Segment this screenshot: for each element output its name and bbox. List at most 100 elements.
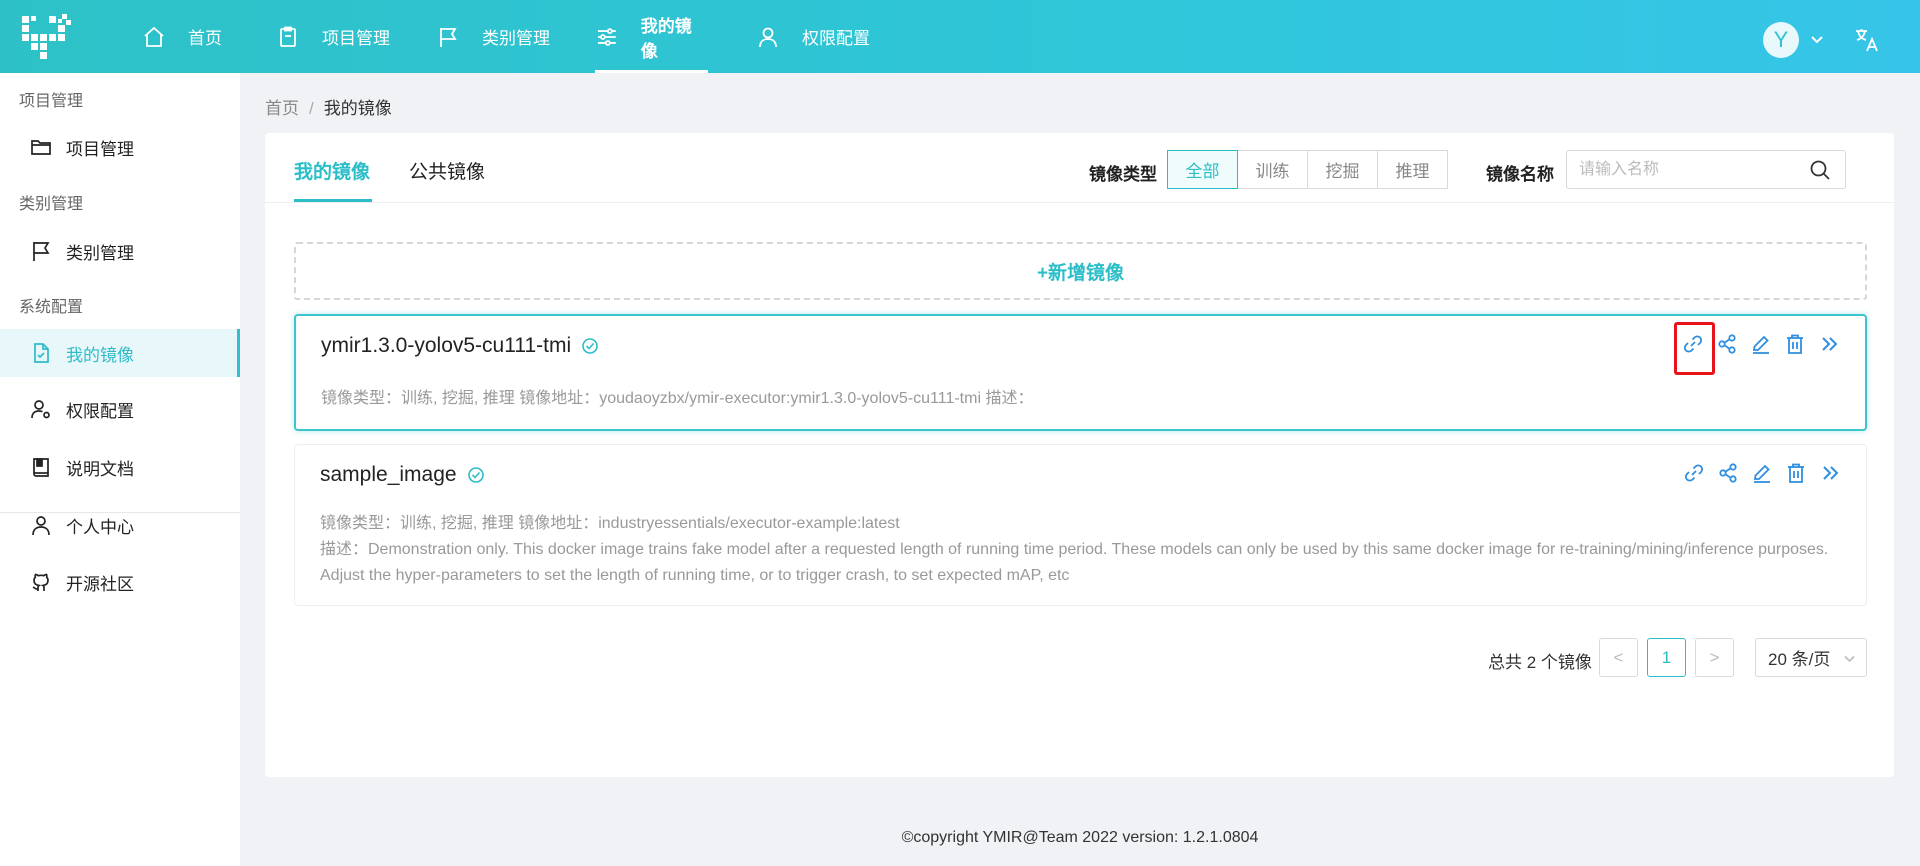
delete-button[interactable]	[1784, 333, 1806, 355]
nav-my-images[interactable]: 我的镜像	[595, 0, 708, 73]
sidebar-item-label: 权限配置	[66, 401, 134, 421]
breadcrumb-home[interactable]: 首页	[265, 99, 299, 118]
nav-permissions[interactable]: 权限配置	[756, 0, 870, 73]
share-button[interactable]	[1717, 462, 1739, 484]
sidebar-item-categories[interactable]: 类别管理	[0, 227, 240, 275]
active-tab-indicator	[294, 199, 372, 202]
delete-button[interactable]	[1785, 462, 1807, 484]
image-actions	[1670, 322, 1840, 375]
user-avatar[interactable]: Y	[1763, 22, 1799, 58]
breadcrumb-separator: /	[309, 99, 314, 118]
image-type-filter: 全部 训练 挖掘 推理	[1167, 150, 1448, 189]
link-icon	[1684, 464, 1704, 482]
book-icon	[33, 458, 49, 477]
filter-training[interactable]: 训练	[1237, 150, 1308, 189]
share-button[interactable]	[1716, 333, 1738, 355]
image-description: 描述：Demonstration only. This docker image…	[320, 541, 1829, 584]
flag-icon	[440, 27, 457, 47]
sidebar-item-label: 类别管理	[66, 243, 134, 263]
nav-projects-label: 项目管理	[322, 29, 390, 48]
home-icon	[144, 26, 164, 47]
image-title: sample_image	[320, 463, 485, 487]
more-button[interactable]	[1818, 333, 1840, 355]
tabs-bar: 我的镜像 公共镜像 镜像类型 全部 训练 挖掘 推理 镜像名称	[265, 133, 1894, 203]
sidebar-group-projects: 项目管理	[19, 93, 84, 110]
github-icon	[32, 573, 49, 591]
trash-icon	[1788, 463, 1804, 483]
sidebar-item-label: 开源社区	[66, 574, 134, 594]
image-title: ymir1.3.0-yolov5-cu111-tmi	[321, 334, 599, 358]
folder-icon	[31, 140, 51, 155]
filter-all[interactable]: 全部	[1167, 150, 1238, 189]
flag-icon	[33, 242, 50, 261]
sidebar-item-permissions[interactable]: 权限配置	[0, 385, 240, 433]
sidebar-item-community[interactable]: 开源社区	[0, 558, 240, 606]
share-icon	[1718, 334, 1736, 354]
sidebar-group-system: 系统配置	[19, 299, 84, 316]
sidebar-item-label: 个人中心	[66, 517, 134, 537]
link-button[interactable]	[1674, 322, 1715, 375]
pagination-next[interactable]: >	[1695, 638, 1734, 677]
chevron-down-icon	[1844, 655, 1855, 663]
double-chevron-right-icon	[1823, 466, 1839, 480]
image-name: ymir1.3.0-yolov5-cu111-tmi	[321, 334, 572, 357]
image-name-label: 镜像名称	[1486, 165, 1554, 184]
nav-home-label: 首页	[188, 29, 222, 48]
file-icon	[34, 343, 49, 363]
edit-icon	[1752, 335, 1769, 354]
image-type-label: 镜像类型	[1089, 165, 1157, 184]
footer-copyright: ©copyright YMIR@Team 2022 version: 1.2.1…	[901, 829, 1259, 846]
chevron-down-icon[interactable]	[1808, 30, 1826, 48]
ymir-logo[interactable]	[20, 12, 72, 62]
pagination-total: 总共 2 个镜像	[1488, 653, 1592, 672]
edit-button[interactable]	[1750, 333, 1772, 355]
sidebar-item-label: 说明文档	[66, 459, 134, 479]
breadcrumb-current: 我的镜像	[323, 99, 392, 118]
page-size-select[interactable]: 20 条/页	[1755, 638, 1867, 677]
double-chevron-right-icon	[1822, 337, 1838, 351]
sidebar-item-profile[interactable]: 个人中心	[0, 501, 240, 549]
filter-inference[interactable]: 推理	[1377, 150, 1448, 189]
sidebar: 项目管理 项目管理 类别管理 类别管理 系统配置 我的镜像 权限配置 说明文档 …	[0, 73, 240, 866]
user-gear-icon	[31, 400, 50, 419]
more-button[interactable]	[1819, 462, 1841, 484]
image-meta: 镜像类型：训练, 挖掘, 推理 镜像地址：industryessentials/…	[320, 515, 900, 532]
search-icon[interactable]	[1809, 159, 1831, 181]
sidebar-item-docs[interactable]: 说明文档	[0, 443, 240, 491]
language-switch-icon[interactable]	[1853, 26, 1881, 54]
image-actions	[1671, 462, 1841, 484]
image-card[interactable]: ymir1.3.0-yolov5-cu111-tmi 镜像类型：训练, 挖掘, …	[294, 314, 1867, 431]
sidebar-item-projects[interactable]: 项目管理	[0, 123, 240, 171]
sidebar-item-my-images[interactable]: 我的镜像	[0, 329, 240, 377]
edit-button[interactable]	[1751, 462, 1773, 484]
link-icon	[1683, 335, 1703, 353]
image-card[interactable]: sample_image 镜像类型：训练, 挖掘, 推理 镜像地址：indust…	[294, 444, 1867, 606]
tab-public-images[interactable]: 公共镜像	[409, 157, 485, 184]
clipboard-icon	[280, 26, 296, 47]
filter-mining[interactable]: 挖掘	[1307, 150, 1378, 189]
edit-icon	[1753, 464, 1770, 483]
add-image-button[interactable]: +新增镜像	[294, 242, 1867, 300]
sidebar-item-label: 项目管理	[66, 139, 134, 159]
share-icon	[1719, 463, 1737, 483]
top-header: 首页 项目管理 类别管理 我的镜像 权限配置 Y	[0, 0, 1920, 73]
nav-categories-label: 类别管理	[482, 29, 550, 48]
nav-my-images-label: 我的镜像	[640, 16, 692, 61]
nav-categories[interactable]: 类别管理	[436, 0, 550, 73]
pagination-page[interactable]: 1	[1647, 638, 1686, 677]
tab-my-images[interactable]: 我的镜像	[294, 157, 370, 184]
pagination-prev[interactable]: <	[1599, 638, 1638, 677]
user-icon	[759, 27, 777, 47]
image-meta: 镜像类型：训练, 挖掘, 推理 镜像地址：youdaoyzbx/ymir-exe…	[321, 390, 1034, 407]
search-box	[1566, 150, 1846, 189]
page-size-value: 20 条/页	[1768, 650, 1831, 669]
sidebar-item-label: 我的镜像	[66, 345, 134, 365]
trash-icon	[1787, 334, 1803, 354]
sliders-icon	[597, 27, 616, 46]
verified-check-icon	[467, 467, 484, 483]
nav-home[interactable]: 首页	[142, 0, 222, 73]
link-button[interactable]	[1683, 462, 1705, 484]
image-name: sample_image	[320, 463, 457, 486]
search-input[interactable]	[1567, 151, 1797, 188]
nav-projects[interactable]: 项目管理	[276, 0, 390, 73]
